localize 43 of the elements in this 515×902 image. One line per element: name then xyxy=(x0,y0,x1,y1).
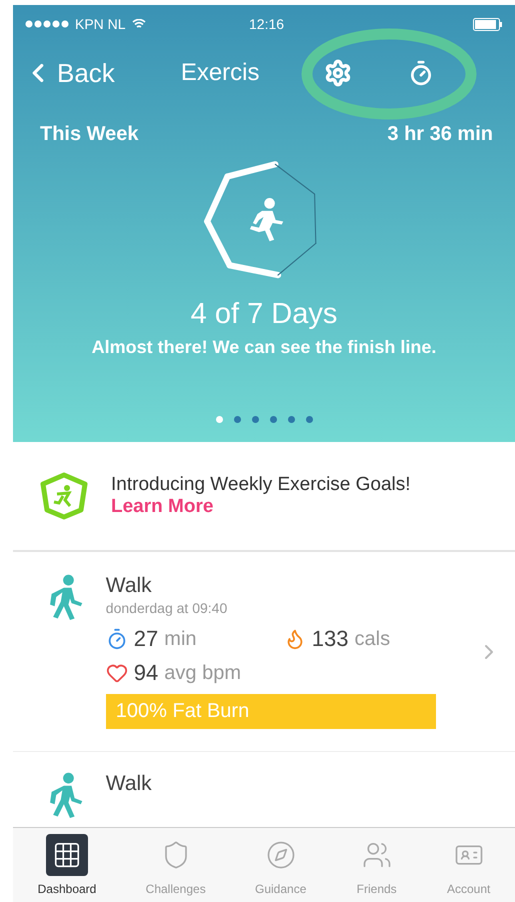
activity-name: Walk xyxy=(106,772,152,797)
promo-title: Introducing Weekly Exercise Goals! xyxy=(111,474,411,496)
activity-time: donderdag at 09:40 xyxy=(106,600,228,616)
page-dot[interactable] xyxy=(306,416,312,423)
tab-item[interactable]: Account xyxy=(446,834,490,896)
stat-value: 94 xyxy=(134,660,158,686)
compass-icon xyxy=(266,840,296,870)
stat-value: 27 xyxy=(134,626,158,652)
page-dot[interactable] xyxy=(216,416,222,423)
days-count: 4 of 7 Days xyxy=(190,298,338,331)
heart-icon xyxy=(106,662,128,684)
runner-badge-icon xyxy=(39,472,89,520)
week-label: This Week xyxy=(40,123,139,146)
activity-row[interactable]: Walk donderdag at 09:40 27 min 133 cals 94 avg bpm 100% Fat Burn xyxy=(13,552,515,752)
people-icon xyxy=(362,840,392,870)
tab-item[interactable]: Friends xyxy=(356,834,398,896)
carrier-name: KPN NL xyxy=(75,16,126,32)
stat-unit: cals xyxy=(354,628,390,650)
walking-person-icon xyxy=(47,772,84,818)
signal-icon xyxy=(25,20,69,28)
screen-title: Exercis xyxy=(180,59,260,87)
page-dot[interactable] xyxy=(288,416,294,423)
stat-value: 133 xyxy=(312,626,349,652)
battery-icon xyxy=(473,18,503,30)
page-dot[interactable] xyxy=(234,416,240,423)
page-dot[interactable] xyxy=(252,416,258,423)
stat-unit: min xyxy=(164,628,197,650)
page-dot[interactable] xyxy=(270,416,276,423)
tab-item[interactable]: Challenges xyxy=(146,834,206,896)
tab-item[interactable]: Guidance xyxy=(255,834,306,896)
tab-item[interactable]: Dashboard xyxy=(38,834,96,896)
back-button[interactable]: Back xyxy=(23,58,115,88)
stat-unit: avg bpm xyxy=(164,662,241,684)
week-total: 3 hr 36 min xyxy=(387,123,493,146)
clock-time: 12:16 xyxy=(249,16,286,32)
heart-zone-bar: 100% Fat Burn xyxy=(106,694,436,729)
motivation-message: Almost there! We can see the finish line. xyxy=(92,337,436,358)
activity-name: Walk xyxy=(106,574,153,598)
walking-person-icon xyxy=(47,574,84,620)
settings-icon[interactable] xyxy=(324,59,352,87)
dashboard-icon xyxy=(52,840,82,870)
wifi-icon xyxy=(132,19,146,29)
learn-more-link[interactable]: Learn More xyxy=(111,496,411,518)
